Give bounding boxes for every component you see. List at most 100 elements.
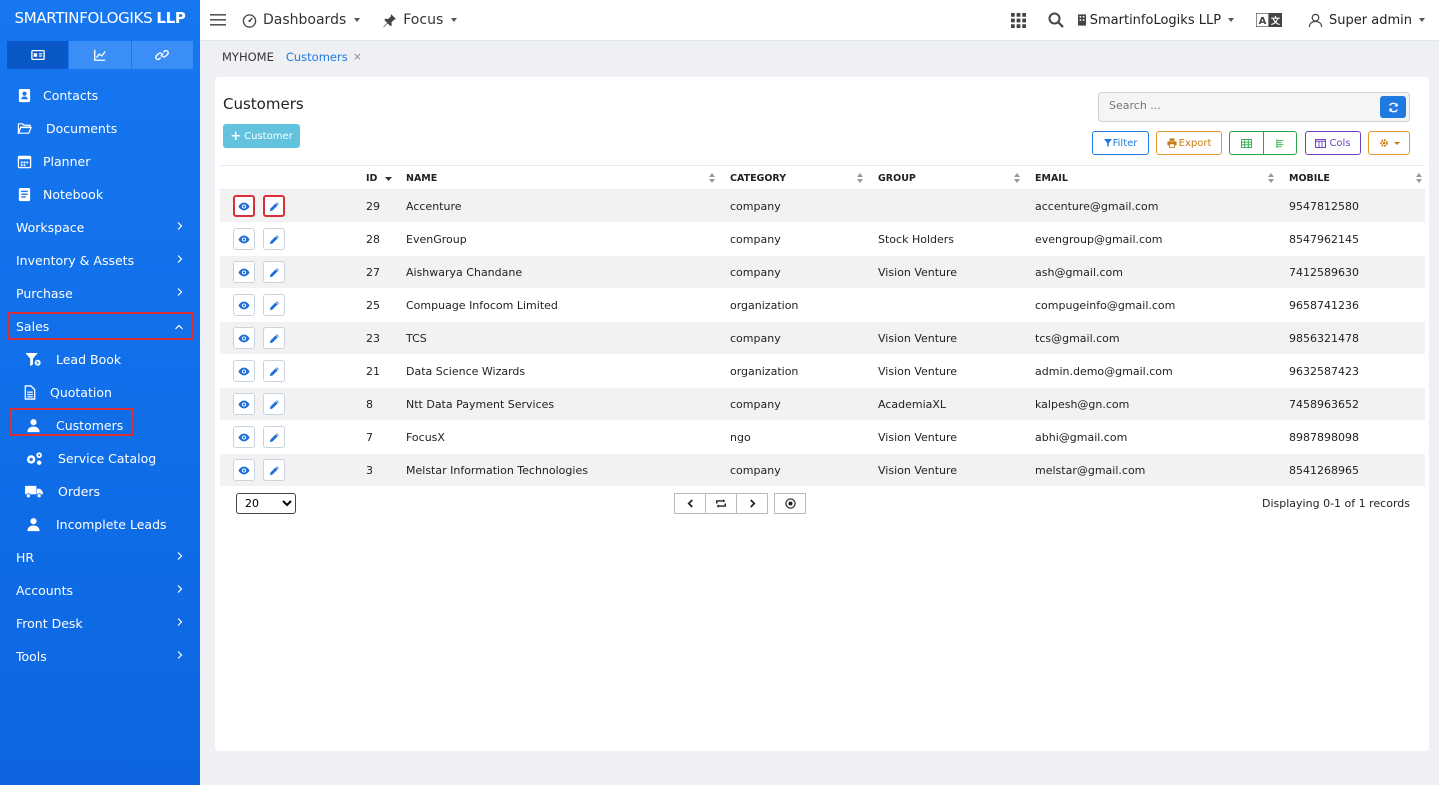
next-page-button[interactable] — [736, 493, 768, 514]
edit-button[interactable] — [263, 393, 285, 415]
edit-button[interactable] — [263, 360, 285, 382]
columns-label: Cols — [1329, 137, 1351, 149]
printer-icon — [1167, 138, 1177, 148]
edit-button[interactable] — [263, 195, 285, 217]
columns-button[interactable]: Cols — [1305, 131, 1361, 155]
hamburger-menu-icon[interactable] — [210, 13, 226, 27]
column-header-name[interactable]: NAME — [406, 173, 437, 184]
settings-dropdown-button[interactable] — [1368, 131, 1410, 155]
sidebar-item-planner[interactable]: Planner — [0, 145, 200, 178]
view-button[interactable] — [233, 195, 255, 217]
sidebar-item-hr[interactable]: HR — [0, 541, 200, 574]
refresh-icon — [1388, 102, 1398, 112]
organization-selector[interactable]: SmartinfoLogiks LLP — [1077, 13, 1235, 28]
refresh-search-button[interactable] — [1380, 96, 1406, 118]
sidebar-item-service-catalog[interactable]: Service Catalog — [0, 442, 200, 475]
breadcrumb-current[interactable]: Customers — [286, 50, 348, 64]
edit-button[interactable] — [263, 327, 285, 349]
table-row: 27 Aishwarya Chandane company Vision Ventur… — [220, 256, 1425, 289]
user-menu[interactable]: Super admin — [1308, 13, 1425, 28]
dashboards-menu[interactable]: Dashboards — [242, 12, 361, 28]
view-button[interactable] — [233, 228, 255, 250]
pencil-icon — [269, 201, 279, 211]
table-view-button[interactable] — [1229, 131, 1264, 155]
column-header-category[interactable]: CATEGORY — [730, 173, 786, 184]
tree-view-button[interactable] — [1263, 131, 1297, 155]
cell-mobile: 7458963652 — [1289, 398, 1359, 411]
column-header-group[interactable]: GROUP — [878, 173, 916, 184]
sort-icon[interactable] — [709, 173, 715, 183]
sidebar-item-contacts[interactable]: Contacts — [0, 79, 200, 112]
pin-icon — [383, 13, 397, 27]
cell-email: tcs@gmail.com — [1035, 332, 1120, 345]
column-header-id[interactable]: ID — [366, 173, 377, 184]
page-target-button[interactable] — [774, 493, 806, 514]
sidebar-item-label: Orders — [58, 484, 101, 499]
plus-icon: + — [230, 128, 242, 144]
page-size-select[interactable]: 20 — [236, 493, 296, 514]
sidebar-item-label: Service Catalog — [58, 451, 157, 466]
view-button[interactable] — [233, 459, 255, 481]
export-button[interactable]: Export — [1156, 131, 1222, 155]
sort-icon[interactable] — [1416, 173, 1422, 183]
view-button[interactable] — [233, 360, 255, 382]
edit-button[interactable] — [263, 228, 285, 250]
sidebar-item-incomplete-leads[interactable]: Incomplete Leads — [0, 508, 200, 541]
search-input[interactable] — [1109, 99, 1369, 112]
translate-icon[interactable]: A文 — [1256, 13, 1283, 27]
brand-logo[interactable]: SMARTINFOLOGIKS LLP — [0, 0, 200, 36]
pencil-icon — [269, 399, 279, 409]
cell-id: 28 — [366, 233, 380, 246]
sidebar-item-front-desk[interactable]: Front Desk — [0, 607, 200, 640]
reload-page-button[interactable] — [705, 493, 737, 514]
sidebar-item-label: Planner — [43, 154, 91, 169]
sidebar-item-orders[interactable]: Orders — [0, 475, 200, 508]
view-button[interactable] — [233, 294, 255, 316]
apps-grid-icon[interactable] — [1010, 12, 1026, 28]
cell-mobile: 9547812580 — [1289, 200, 1359, 213]
breadcrumb-home[interactable]: MYHOME — [222, 50, 274, 64]
focus-menu[interactable]: Focus — [382, 12, 458, 28]
close-tab-icon[interactable]: × — [353, 50, 362, 63]
sidebar-item-documents[interactable]: Documents — [0, 112, 200, 145]
sidebar-item-accounts[interactable]: Accounts — [0, 574, 200, 607]
cell-email: kalpesh@gn.com — [1035, 398, 1130, 411]
view-button[interactable] — [233, 261, 255, 283]
sidebar-item-label: Contacts — [43, 88, 99, 103]
edit-button[interactable] — [263, 426, 285, 448]
gears-icon — [24, 451, 44, 467]
sidebar-item-notebook[interactable]: Notebook — [0, 178, 200, 211]
cell-id: 23 — [366, 332, 380, 345]
view-button[interactable] — [233, 426, 255, 448]
gauge-icon — [242, 13, 257, 28]
search-icon[interactable] — [1048, 12, 1064, 28]
cell-id: 8 — [366, 398, 373, 411]
sort-icon[interactable] — [857, 173, 863, 183]
sidebar-item-label: Tools — [16, 649, 47, 664]
page-title: Customers — [223, 95, 304, 113]
view-button[interactable] — [233, 393, 255, 415]
column-header-email[interactable]: EMAIL — [1035, 173, 1068, 184]
sidebar-tab-links[interactable] — [131, 41, 193, 69]
previous-page-button[interactable] — [674, 493, 706, 514]
cell-email: compugeinfo@gmail.com — [1035, 299, 1176, 312]
sort-icon[interactable] — [1268, 173, 1274, 183]
column-header-mobile[interactable]: MOBILE — [1289, 173, 1330, 184]
filter-button[interactable]: Filter — [1092, 131, 1149, 155]
view-button[interactable] — [233, 327, 255, 349]
edit-button[interactable] — [263, 261, 285, 283]
breadcrumb: MYHOME Customers × — [222, 48, 362, 65]
sidebar-item-lead-book[interactable]: Lead Book — [0, 343, 200, 376]
sidebar-item-quotation[interactable]: Quotation — [0, 376, 200, 409]
sidebar-tab-reports[interactable] — [69, 41, 132, 69]
sidebar-tab-apps[interactable] — [7, 41, 70, 69]
sort-desc-icon[interactable] — [385, 177, 392, 181]
sort-icon[interactable] — [1014, 173, 1020, 183]
edit-button[interactable] — [263, 459, 285, 481]
sidebar-item-inventory-assets[interactable]: Inventory & Assets — [0, 244, 200, 277]
sidebar-item-tools[interactable]: Tools — [0, 640, 200, 673]
edit-button[interactable] — [263, 294, 285, 316]
sidebar-item-purchase[interactable]: Purchase — [0, 277, 200, 310]
sidebar-item-workspace[interactable]: Workspace — [0, 211, 200, 244]
add-customer-button[interactable]: + Customer — [223, 124, 300, 148]
